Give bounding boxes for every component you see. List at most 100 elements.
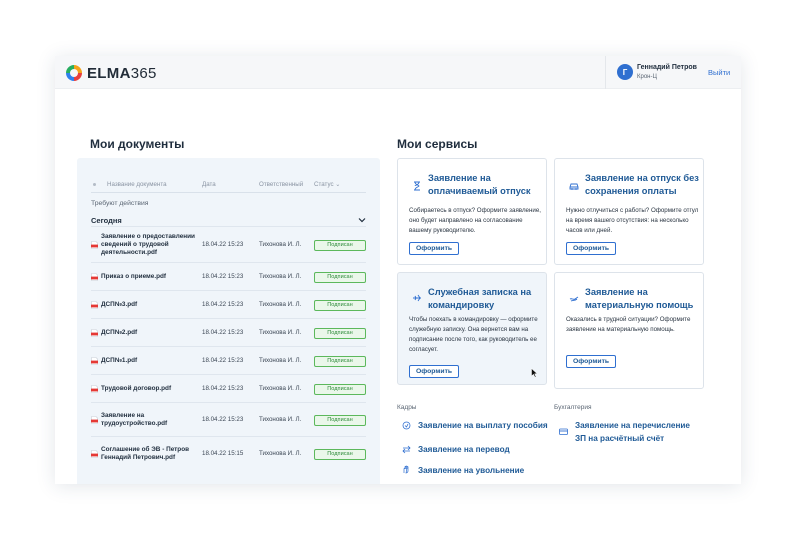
services-title: Мои сервисы bbox=[397, 137, 478, 151]
status-badge: Подписан bbox=[314, 299, 366, 311]
sort-dot-icon bbox=[93, 183, 96, 186]
service-card-paid-leave[interactable]: Заявление на оплачиваемый отпуск Собирае… bbox=[397, 158, 547, 265]
document-date: 18.04.22 15:23 bbox=[202, 357, 244, 364]
hand-icon bbox=[403, 465, 409, 474]
document-responsible: Тихонова И. Л. bbox=[259, 385, 302, 392]
document-responsible: Тихонова И. Л. bbox=[259, 329, 302, 336]
document-name[interactable]: Заявление о предоставлении сведений о тр… bbox=[101, 233, 201, 258]
table-row[interactable]: Соглашение об ЭВ - Петров Геннадий Петро… bbox=[91, 436, 366, 470]
card-payment-icon bbox=[559, 428, 568, 435]
transfer-icon bbox=[402, 445, 411, 454]
chevron-down-icon[interactable] bbox=[358, 216, 366, 224]
hourglass-icon bbox=[414, 181, 420, 191]
document-responsible: Тихонова И. Л. bbox=[259, 241, 302, 248]
pdf-file-icon bbox=[91, 329, 98, 337]
table-row[interactable]: ДСП№3.pdf 18.04.22 15:23 Тихонова И. Л. Под… bbox=[91, 290, 366, 318]
pdf-file-icon bbox=[91, 385, 98, 393]
pdf-file-icon bbox=[91, 450, 98, 458]
document-responsible: Тихонова И. Л. bbox=[259, 450, 302, 457]
elma-logo[interactable]: ELMA365 bbox=[66, 63, 157, 83]
column-header-responsible[interactable]: Ответственный bbox=[259, 181, 303, 188]
status-badge: Подписан bbox=[314, 327, 366, 339]
apply-button[interactable]: Оформить bbox=[566, 242, 617, 255]
document-name[interactable]: Заявление на трудоустройство.pdf bbox=[101, 412, 181, 428]
pdf-file-icon bbox=[91, 357, 98, 365]
user-name: Геннадий Петров bbox=[637, 64, 697, 71]
hands-icon bbox=[569, 296, 579, 302]
group-label-hr: Кадры bbox=[397, 404, 417, 411]
user-org: Крон-Ц bbox=[637, 74, 657, 80]
column-header-date[interactable]: Дата bbox=[202, 181, 216, 188]
today-group-label[interactable]: Сегодня bbox=[91, 216, 122, 225]
service-card-unpaid-leave[interactable]: Заявление на отпуск без сохранения оплат… bbox=[554, 158, 704, 265]
documents-panel: Название документа Дата Ответственный Ст… bbox=[77, 158, 380, 484]
logo-mark-icon bbox=[66, 65, 82, 81]
link-salary-transfer[interactable]: Заявление на перечисление ЗП на расчётны… bbox=[575, 419, 703, 445]
status-badge: Подписан bbox=[314, 271, 366, 283]
document-name[interactable]: ДСП№3.pdf bbox=[101, 301, 201, 309]
top-header: ELMA365 Г Геннадий Петров Крон-Ц Выйти bbox=[55, 56, 741, 89]
column-header-name[interactable]: Название документа bbox=[107, 181, 167, 188]
user-area: Г Геннадий Петров Крон-Ц Выйти bbox=[605, 56, 741, 89]
benefit-icon bbox=[402, 421, 411, 430]
document-responsible: Тихонова И. Л. bbox=[259, 416, 302, 423]
pdf-file-icon bbox=[91, 301, 98, 309]
apply-button[interactable]: Оформить bbox=[409, 365, 460, 378]
document-responsible: Тихонова И. Л. bbox=[259, 273, 302, 280]
card-title: Заявление на оплачиваемый отпуск bbox=[428, 173, 531, 196]
status-badge: Подписан bbox=[314, 414, 366, 426]
plane-icon bbox=[413, 294, 421, 302]
sort-chevron-icon: ⌄ bbox=[335, 181, 341, 188]
pdf-file-icon bbox=[91, 416, 98, 424]
mouse-cursor-icon bbox=[531, 368, 538, 378]
table-row[interactable]: Приказ о приеме.pdf 18.04.22 15:23 Тихонов… bbox=[91, 262, 366, 290]
document-date: 18.04.22 15:23 bbox=[202, 273, 244, 280]
card-description: Оказались в трудной ситуации? Оформите з… bbox=[566, 316, 691, 333]
card-title: Заявление на отпуск без сохранения оплат… bbox=[585, 173, 699, 196]
document-date: 18.04.22 15:23 bbox=[202, 385, 244, 392]
status-badge: Подписан bbox=[314, 239, 366, 251]
apply-button[interactable]: Оформить bbox=[566, 355, 617, 368]
document-responsible: Тихонова И. Л. bbox=[259, 357, 302, 364]
table-row[interactable]: Заявление о предоставлении сведений о тр… bbox=[91, 226, 366, 262]
link-benefit-payment[interactable]: Заявление на выплату пособия bbox=[418, 419, 568, 432]
apply-button[interactable]: Оформить bbox=[409, 242, 460, 255]
document-name[interactable]: Соглашение об ЭВ - Петров Геннадий Петро… bbox=[101, 446, 201, 462]
document-name[interactable]: Приказ о приеме.pdf bbox=[101, 273, 201, 281]
table-row[interactable]: ДСП№2.pdf 18.04.22 15:23 Тихонова И. Л. Под… bbox=[91, 318, 366, 346]
status-badge: Подписан bbox=[314, 383, 366, 395]
document-responsible: Тихонова И. Л. bbox=[259, 301, 302, 308]
pdf-file-icon bbox=[91, 241, 98, 249]
document-date: 18.04.22 15:23 bbox=[202, 241, 244, 248]
service-card-financial-aid[interactable]: Заявление на материальную помощь Оказали… bbox=[554, 272, 704, 389]
app-window: ELMA365 Г Геннадий Петров Крон-Ц Выйти М… bbox=[55, 56, 741, 484]
link-dismissal[interactable]: Заявление на увольнение bbox=[418, 464, 568, 477]
document-name[interactable]: ДСП№2.pdf bbox=[101, 329, 201, 337]
document-name[interactable]: ДСП№1.pdf bbox=[101, 357, 201, 365]
card-description: Собираетесь в отпуск? Оформите заявление… bbox=[409, 207, 542, 234]
document-date: 18.04.22 15:23 bbox=[202, 329, 244, 336]
table-row[interactable]: ДСП№1.pdf 18.04.22 15:23 Тихонова И. Л. Под… bbox=[91, 346, 366, 374]
table-row[interactable]: Заявление на трудоустройство.pdf 18.04.22… bbox=[91, 402, 366, 436]
link-transfer[interactable]: Заявление на перевод bbox=[418, 443, 568, 456]
document-date: 18.04.22 15:23 bbox=[202, 301, 244, 308]
avatar[interactable]: Г bbox=[617, 64, 633, 80]
status-badge: Подписан bbox=[314, 355, 366, 367]
documents-title: Мои документы bbox=[90, 137, 185, 151]
card-title: Служебная записка на командировку bbox=[428, 287, 532, 310]
logout-link[interactable]: Выйти bbox=[708, 68, 730, 77]
column-header-status[interactable]: Статус ⌄ bbox=[314, 181, 340, 188]
document-name[interactable]: Трудовой договор.pdf bbox=[101, 385, 201, 393]
status-badge: Подписан bbox=[314, 448, 366, 460]
pdf-file-icon bbox=[91, 273, 98, 281]
action-required-label: Требуют действия bbox=[91, 200, 149, 207]
header-divider bbox=[91, 192, 366, 193]
car-icon bbox=[569, 183, 579, 190]
card-title: Заявление на материальную помощь bbox=[585, 287, 694, 310]
table-row[interactable]: Трудовой договор.pdf 18.04.22 15:23 Тихоно… bbox=[91, 374, 366, 402]
card-description: Нужно отлучиться с работы? Оформите отгу… bbox=[566, 207, 699, 234]
logo-text: ELMA365 bbox=[87, 64, 157, 82]
card-description: Чтобы поехать в командировку — оформите … bbox=[409, 316, 538, 353]
document-date: 18.04.22 15:23 bbox=[202, 416, 244, 423]
service-card-business-trip[interactable]: Служебная записка на командировку Чтобы … bbox=[397, 272, 547, 385]
